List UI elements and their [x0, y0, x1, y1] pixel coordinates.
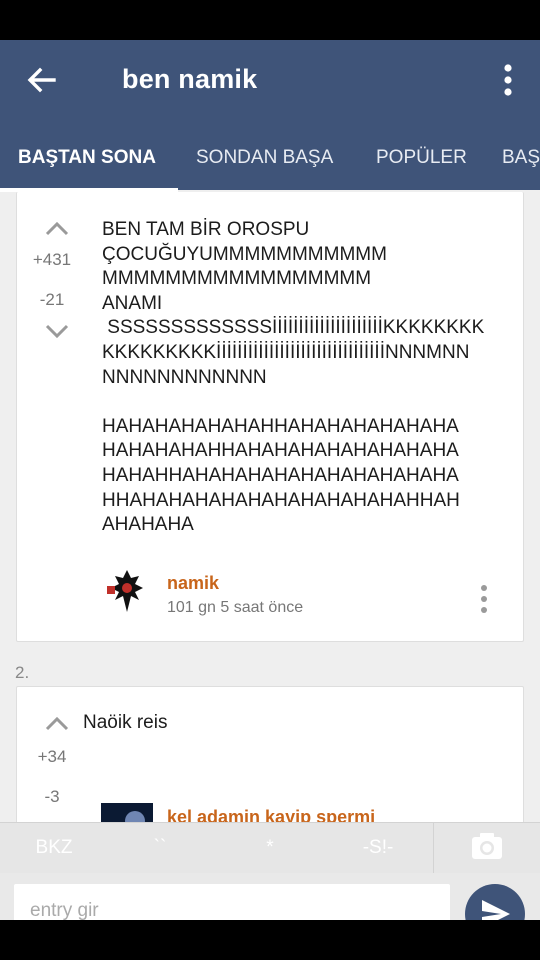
chevron-down-icon: [45, 324, 69, 339]
tab-bar: BAŞTAN SONA SONDAN BAŞA POPÜLER BAŞ: [0, 136, 540, 192]
chevron-up-icon: [45, 716, 69, 731]
bkz-button[interactable]: BKZ: [14, 823, 94, 873]
entry-card: +431 -21 BEN TAM BİR OROSPU ÇOCUĞUYUMMMM…: [16, 192, 524, 642]
upvote-count: +431: [32, 250, 72, 269]
author-name[interactable]: namik: [167, 573, 219, 594]
app-bar: ben namik BAŞTAN SONA SONDAN BAŞA POPÜLE…: [0, 40, 540, 192]
upvote-button[interactable]: [37, 214, 77, 244]
entry-timestamp: 101 gn 5 saat önce: [167, 599, 304, 616]
entry-input-container: [14, 884, 450, 924]
avatar-emblem-icon: [101, 566, 153, 618]
entry-text: Naöik reis: [83, 712, 168, 733]
camera-icon: [472, 833, 502, 859]
camera-button[interactable]: [433, 823, 540, 873]
entry-menu-button[interactable]: [472, 582, 496, 618]
arrow-left-icon: [27, 67, 56, 93]
entry-input[interactable]: [14, 884, 450, 924]
downvote-count: -21: [39, 290, 65, 309]
author-avatar[interactable]: [101, 566, 153, 618]
overflow-menu-button[interactable]: [490, 60, 526, 100]
entry-text: BEN TAM BİR OROSPU ÇOCUĞUYUMMMMMMMMMMM M…: [102, 219, 485, 536]
asterisk-button[interactable]: *: [230, 823, 310, 873]
tab-bas[interactable]: BAŞ: [502, 136, 540, 190]
quick-insert-bar: BKZ `` * -S!-: [0, 822, 540, 873]
entry-number: 2.: [15, 663, 30, 682]
upvote-button[interactable]: [37, 709, 77, 739]
back-button[interactable]: [20, 62, 64, 98]
tab-sondan-basa[interactable]: SONDAN BAŞA: [196, 136, 333, 190]
downvote-count: -3: [44, 787, 60, 806]
downvote-button[interactable]: [37, 316, 77, 346]
backtick-button[interactable]: ``: [120, 823, 200, 873]
tab-bastan-sona[interactable]: BAŞTAN SONA: [18, 136, 156, 190]
more-vert-icon: [504, 64, 512, 96]
more-vert-icon: [481, 585, 487, 613]
tab-populer[interactable]: POPÜLER: [376, 136, 467, 190]
status-bar: [0, 0, 540, 40]
spoiler-button[interactable]: -S!-: [338, 823, 418, 873]
page-title: ben namik: [122, 64, 258, 94]
upvote-count: +34: [37, 747, 67, 766]
system-navigation-bar: [0, 920, 540, 960]
chevron-up-icon: [45, 221, 69, 236]
